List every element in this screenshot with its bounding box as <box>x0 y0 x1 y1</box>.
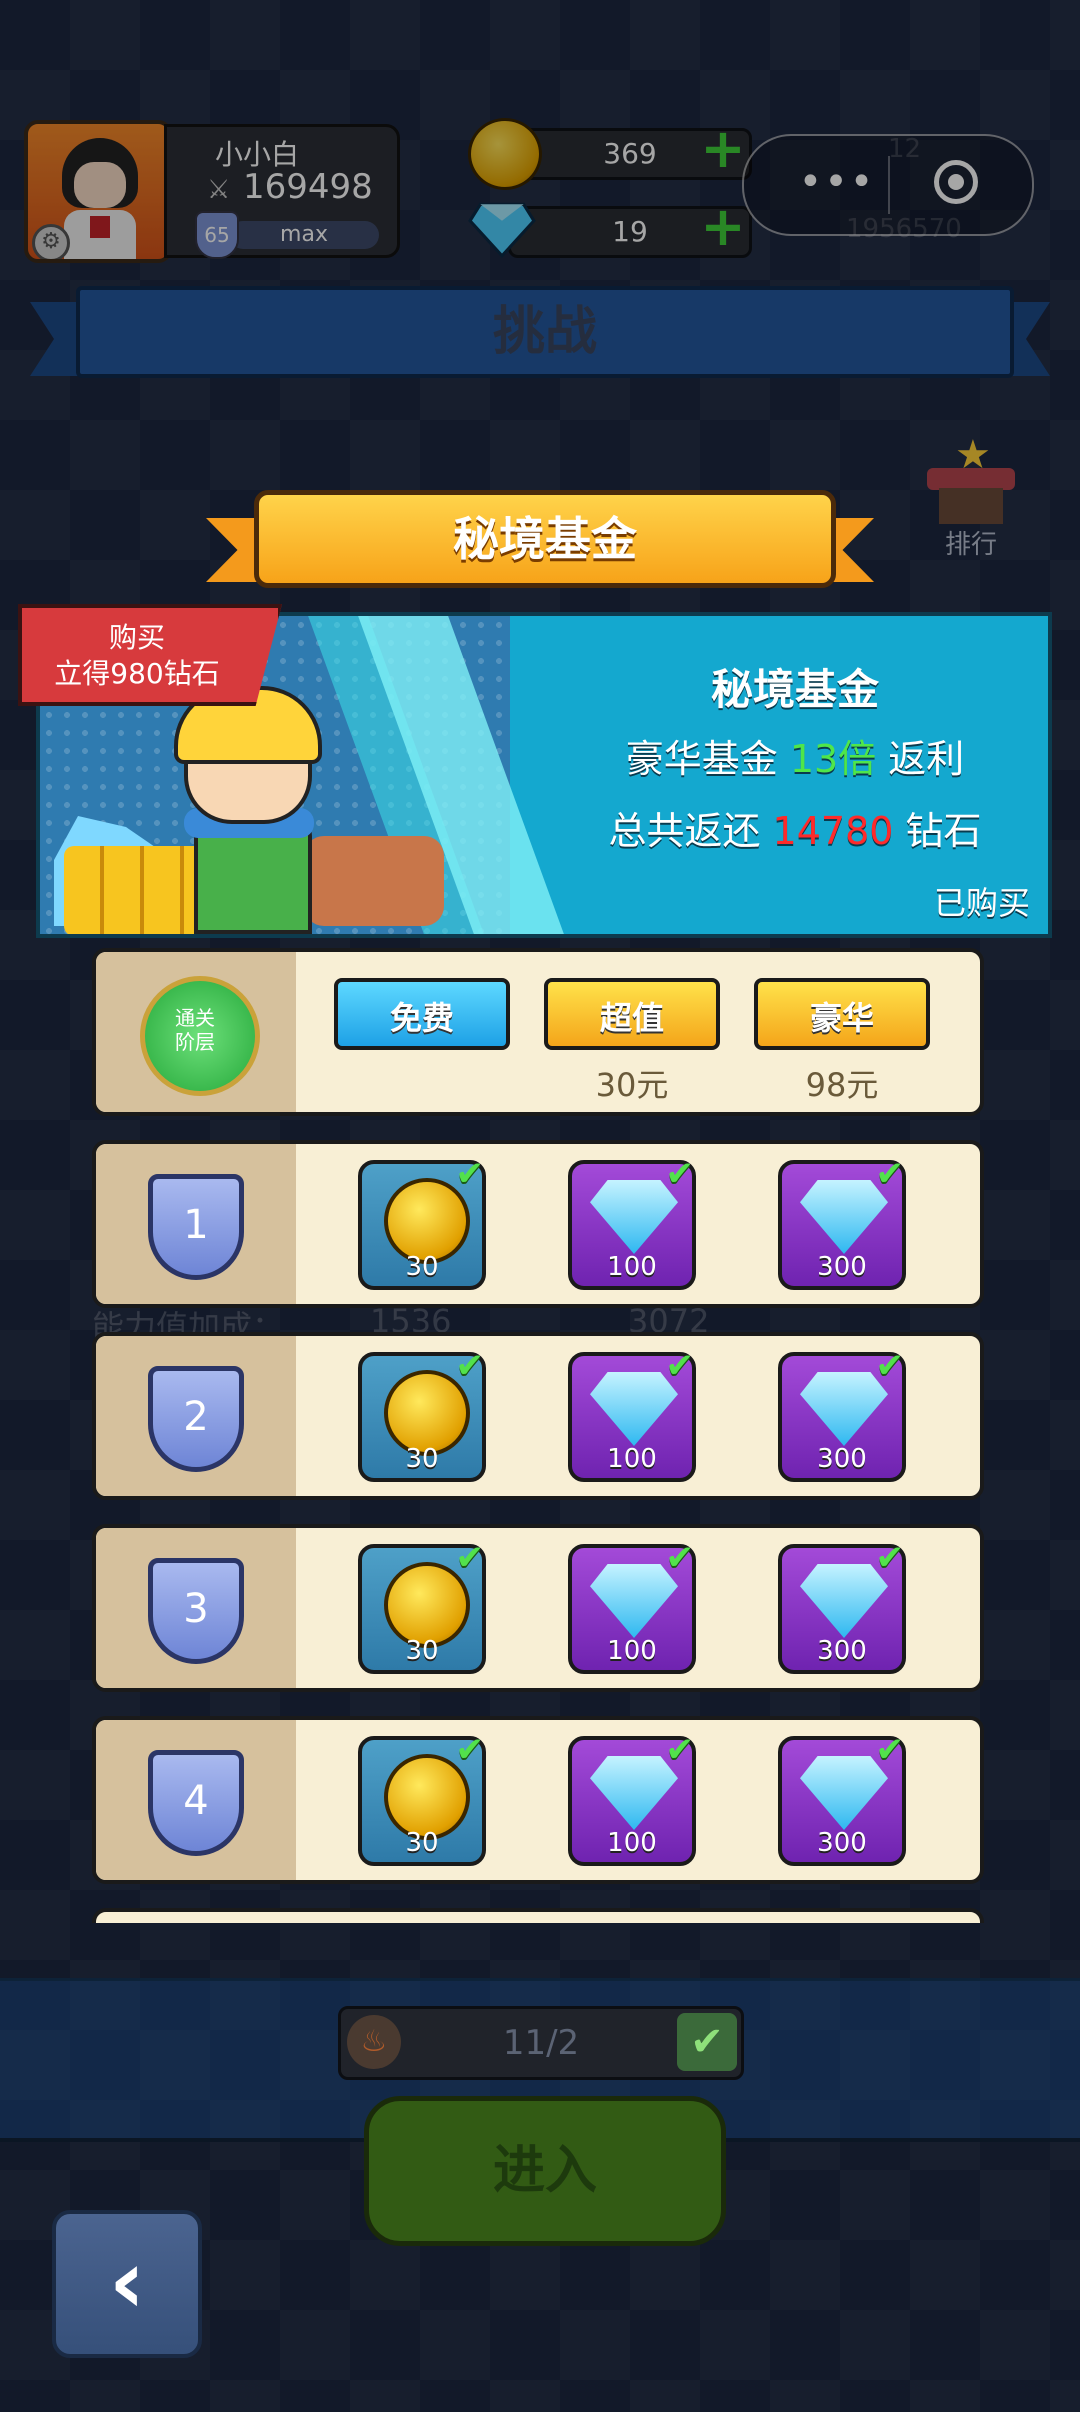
entry-counter: ♨ 11/2 ✔ <box>338 2006 744 2080</box>
reward-coin[interactable]: 30 ✔ <box>358 1154 486 1290</box>
claimed-check-icon: ✔ <box>665 1730 695 1770</box>
reward-row: 2 30 ✔ 100 ✔ 300 ✔ <box>92 1332 984 1500</box>
claimed-check-icon: ✔ <box>875 1538 905 1578</box>
reward-coin[interactable]: 30 ✔ <box>358 1346 486 1482</box>
fund-reward-list[interactable]: 通关 阶层 免费 超值 豪华 30元 98元 1 30 ✔ 100 ✔ 300 ✔ 2 … <box>92 948 984 1923</box>
claimed-check-icon: ✔ <box>665 1346 695 1386</box>
claimed-check-icon: ✔ <box>875 1154 905 1194</box>
tier-deluxe-price: 98元 <box>805 1066 879 1104</box>
reward-gem[interactable]: 300 ✔ <box>778 1346 906 1482</box>
banner-title: 秘境基金 <box>710 665 879 714</box>
floor-shield-icon: 3 <box>148 1558 244 1664</box>
fire-icon: ♨ <box>347 2015 401 2069</box>
tier-value-price: 30元 <box>595 1066 669 1104</box>
floor-shield-icon: 1 <box>148 1174 244 1280</box>
claimed-check-icon: ✔ <box>665 1538 695 1578</box>
reward-row-partial <box>92 1908 984 1923</box>
tier-free-button[interactable]: 免费 <box>334 978 510 1050</box>
reward-row: 3 30 ✔ 100 ✔ 300 ✔ <box>92 1524 984 1692</box>
total-return-value: 14780 <box>772 809 894 853</box>
banner-multiplier-line: 豪华基金 13倍 返利 <box>625 737 965 781</box>
purchase-tag-line2: 立得980钻石 <box>54 657 220 690</box>
reward-gem[interactable]: 300 ✔ <box>778 1730 906 1866</box>
back-arrow-icon: ‹ <box>108 2230 146 2333</box>
claimed-check-icon: ✔ <box>455 1154 485 1194</box>
reward-coin[interactable]: 30 ✔ <box>358 1730 486 1866</box>
purchase-tag: 购买 立得980钻石 <box>18 604 282 706</box>
claimed-check-icon: ✔ <box>875 1730 905 1770</box>
claimed-check-icon: ✔ <box>665 1154 695 1194</box>
entry-counter-value: 11/2 <box>502 2023 580 2063</box>
fund-modal-title: 秘境基金 <box>206 490 874 590</box>
check-icon: ✔ <box>677 2013 737 2071</box>
reward-coin[interactable]: 30 ✔ <box>358 1538 486 1674</box>
floor-shield-icon: 4 <box>148 1750 244 1856</box>
claimed-check-icon: ✔ <box>875 1346 905 1386</box>
enter-button[interactable]: 进入 <box>364 2096 726 2246</box>
claimed-check-icon: ✔ <box>455 1730 485 1770</box>
hero-character-image <box>54 686 474 934</box>
reward-gem[interactable]: 100 ✔ <box>568 1538 696 1674</box>
fund-title: 秘境基金 <box>254 490 836 588</box>
reward-gem[interactable]: 100 ✔ <box>568 1154 696 1290</box>
claimed-check-icon: ✔ <box>455 1538 485 1578</box>
fund-header-row: 通关 阶层 免费 超值 豪华 30元 98元 <box>92 948 984 1116</box>
tier-value-button[interactable]: 超值 <box>544 978 720 1050</box>
floor-shield-icon: 2 <box>148 1366 244 1472</box>
banner-total-line: 总共返还 14780 钻石 <box>608 809 982 853</box>
multiplier-value: 13倍 <box>789 737 877 781</box>
reward-gem[interactable]: 300 ✔ <box>778 1154 906 1290</box>
cleared-floor-badge-icon: 通关 阶层 <box>124 972 272 1096</box>
reward-gem[interactable]: 100 ✔ <box>568 1730 696 1866</box>
reward-row: 4 30 ✔ 100 ✔ 300 ✔ <box>92 1716 984 1884</box>
claimed-check-icon: ✔ <box>455 1346 485 1386</box>
reward-gem[interactable]: 300 ✔ <box>778 1538 906 1674</box>
reward-gem[interactable]: 100 ✔ <box>568 1346 696 1482</box>
tier-deluxe-button[interactable]: 豪华 <box>754 978 930 1050</box>
purchased-status: 已购买 <box>933 884 1030 922</box>
back-button[interactable]: ‹ <box>52 2210 202 2358</box>
purchase-tag-line1: 购买 <box>108 621 165 654</box>
reward-row: 1 30 ✔ 100 ✔ 300 ✔ <box>92 1140 984 1308</box>
